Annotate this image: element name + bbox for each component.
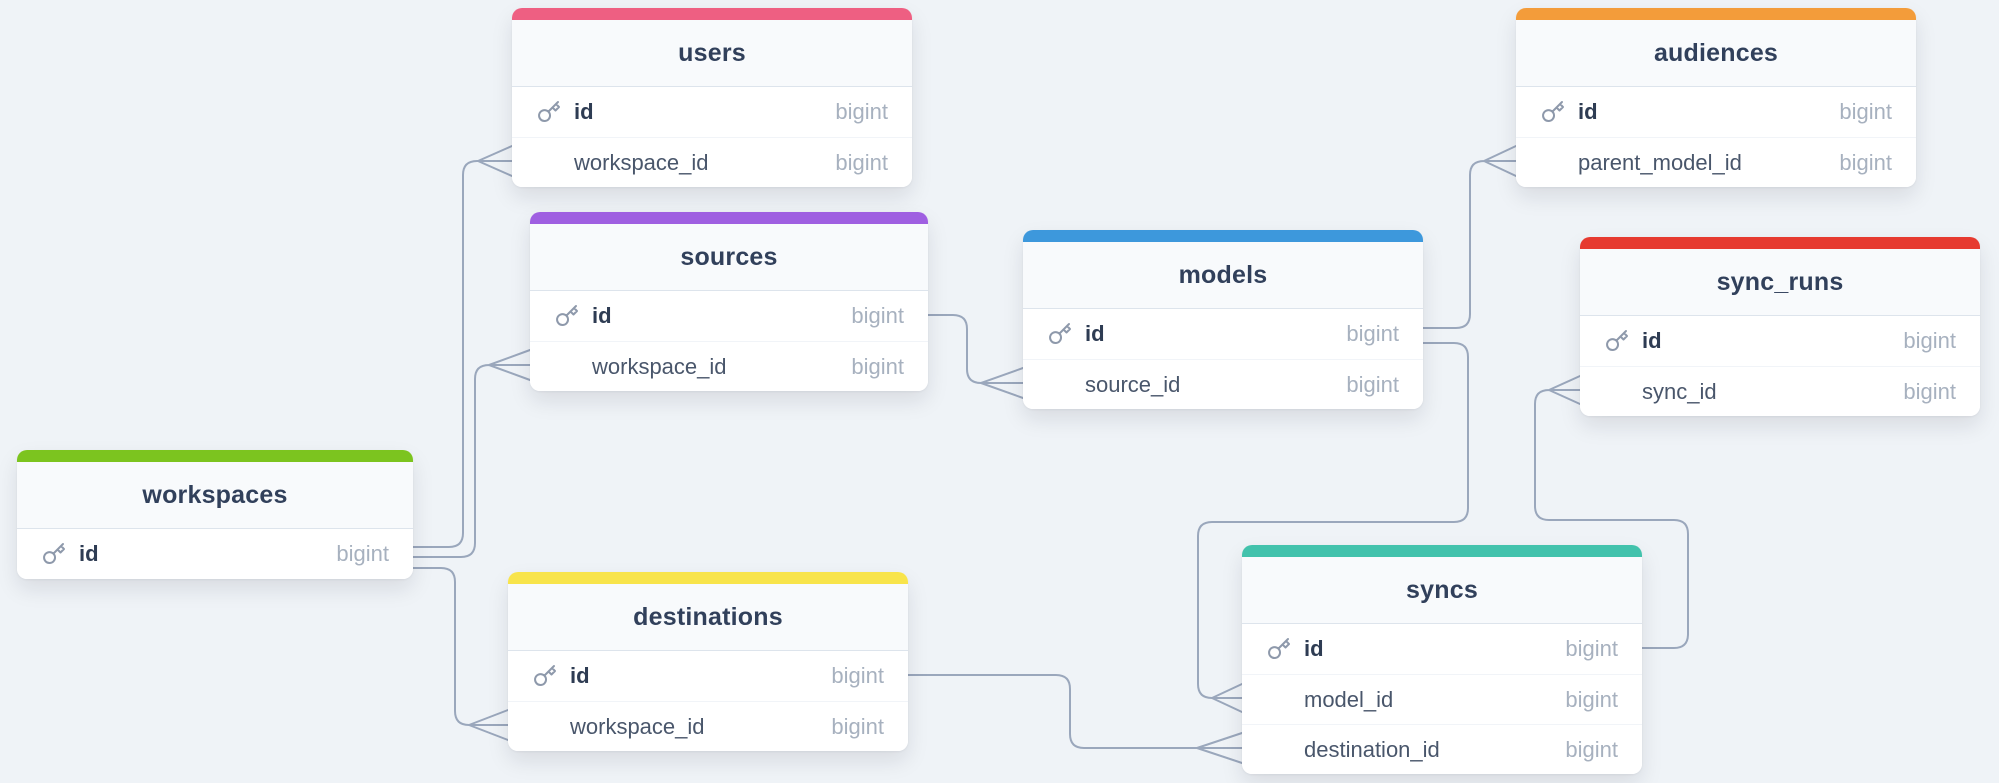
field-name: destination_id	[1304, 737, 1440, 763]
field-type: bigint	[831, 663, 884, 689]
primary-key-icon	[1604, 328, 1630, 354]
field-type: bigint	[835, 99, 888, 125]
primary-key-icon	[532, 663, 558, 689]
table-workspaces-title: workspaces	[17, 462, 413, 529]
field-name: id	[574, 99, 594, 125]
table-sync_runs[interactable]: sync_runs id bigint sync_id bigint	[1580, 237, 1980, 416]
table-models[interactable]: models id bigint source_id bigint	[1023, 230, 1423, 409]
table-audiences[interactable]: audiences id bigint parent_model_id bigi…	[1516, 8, 1916, 187]
table-users[interactable]: users id bigint workspace_id bigint	[512, 8, 912, 187]
table-sources-accent-bar	[530, 212, 928, 224]
field-type: bigint	[1839, 150, 1892, 176]
relationship-models-audiences[interactable]	[1423, 146, 1516, 328]
table-users-title: users	[512, 20, 912, 87]
field-row-sources-workspace_id[interactable]: workspace_id bigint	[530, 341, 928, 391]
field-name: workspace_id	[592, 354, 727, 380]
field-row-workspaces-id[interactable]: id bigint	[17, 529, 413, 579]
field-type: bigint	[835, 150, 888, 176]
field-type: bigint	[831, 714, 884, 740]
primary-key-icon	[536, 99, 562, 125]
table-workspaces[interactable]: workspaces id bigint	[17, 450, 413, 579]
field-type: bigint	[1903, 379, 1956, 405]
relationship-workspaces-sources[interactable]	[413, 350, 530, 557]
primary-key-icon	[1047, 321, 1073, 347]
field-row-syncs-destination_id[interactable]: destination_id bigint	[1242, 724, 1642, 774]
field-type: bigint	[1903, 328, 1956, 354]
field-type: bigint	[1346, 372, 1399, 398]
primary-key-icon	[41, 541, 67, 567]
field-type: bigint	[1565, 636, 1618, 662]
field-type: bigint	[336, 541, 389, 567]
field-name: source_id	[1085, 372, 1180, 398]
relationship-workspaces-destinations[interactable]	[413, 568, 508, 740]
relationship-sources-models[interactable]	[928, 315, 1023, 398]
table-audiences-accent-bar	[1516, 8, 1916, 20]
field-row-sync_runs-sync_id[interactable]: sync_id bigint	[1580, 366, 1980, 416]
table-sources-title: sources	[530, 224, 928, 291]
field-row-models-source_id[interactable]: source_id bigint	[1023, 359, 1423, 409]
field-name: id	[570, 663, 590, 689]
table-models-accent-bar	[1023, 230, 1423, 242]
field-row-syncs-model_id[interactable]: model_id bigint	[1242, 674, 1642, 724]
table-audiences-title: audiences	[1516, 20, 1916, 87]
table-users-accent-bar	[512, 8, 912, 20]
table-syncs-accent-bar	[1242, 545, 1642, 557]
table-models-title: models	[1023, 242, 1423, 309]
table-workspaces-accent-bar	[17, 450, 413, 462]
table-syncs[interactable]: syncs id bigint model_id bigint destinat…	[1242, 545, 1642, 774]
field-type: bigint	[1565, 737, 1618, 763]
table-sync_runs-accent-bar	[1580, 237, 1980, 249]
field-row-destinations-id[interactable]: id bigint	[508, 651, 908, 701]
table-syncs-title: syncs	[1242, 557, 1642, 624]
field-name: model_id	[1304, 687, 1393, 713]
primary-key-icon	[554, 303, 580, 329]
field-row-audiences-parent_model_id[interactable]: parent_model_id bigint	[1516, 137, 1916, 187]
field-row-models-id[interactable]: id bigint	[1023, 309, 1423, 359]
field-type: bigint	[1346, 321, 1399, 347]
table-destinations-accent-bar	[508, 572, 908, 584]
table-destinations[interactable]: destinations id bigint workspace_id bigi…	[508, 572, 908, 751]
field-row-sources-id[interactable]: id bigint	[530, 291, 928, 341]
field-name: workspace_id	[570, 714, 705, 740]
erd-canvas[interactable]: users id bigint workspace_id bigint audi…	[0, 0, 1999, 783]
field-row-sync_runs-id[interactable]: id bigint	[1580, 316, 1980, 366]
field-name: id	[1304, 636, 1324, 662]
field-name: workspace_id	[574, 150, 709, 176]
relationship-workspaces-users[interactable]	[413, 146, 512, 547]
primary-key-icon	[1540, 99, 1566, 125]
field-type: bigint	[851, 354, 904, 380]
field-name: parent_model_id	[1578, 150, 1742, 176]
table-destinations-title: destinations	[508, 584, 908, 651]
field-row-audiences-id[interactable]: id bigint	[1516, 87, 1916, 137]
field-row-syncs-id[interactable]: id bigint	[1242, 624, 1642, 674]
field-type: bigint	[1839, 99, 1892, 125]
field-name: id	[592, 303, 612, 329]
field-row-users-workspace_id[interactable]: workspace_id bigint	[512, 137, 912, 187]
field-row-destinations-workspace_id[interactable]: workspace_id bigint	[508, 701, 908, 751]
primary-key-icon	[1266, 636, 1292, 662]
table-sources[interactable]: sources id bigint workspace_id bigint	[530, 212, 928, 391]
relationship-destinations-syncs[interactable]	[908, 675, 1242, 763]
field-name: id	[1642, 328, 1662, 354]
field-type: bigint	[1565, 687, 1618, 713]
field-row-users-id[interactable]: id bigint	[512, 87, 912, 137]
field-name: id	[1578, 99, 1598, 125]
field-name: sync_id	[1642, 379, 1717, 405]
table-sync_runs-title: sync_runs	[1580, 249, 1980, 316]
field-name: id	[1085, 321, 1105, 347]
field-type: bigint	[851, 303, 904, 329]
field-name: id	[79, 541, 99, 567]
